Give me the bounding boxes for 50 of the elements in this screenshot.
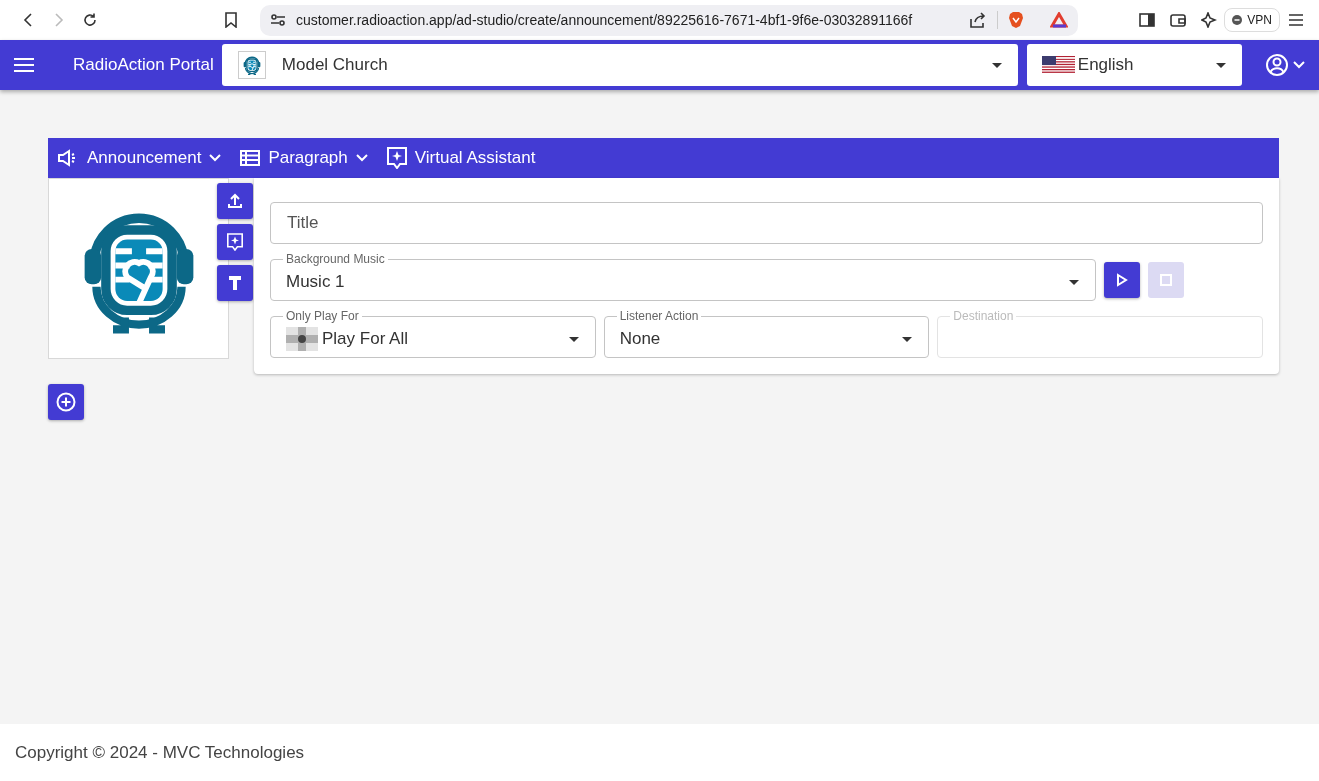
assistant-button[interactable]: [217, 224, 253, 260]
bookmark-icon: [223, 12, 238, 28]
chevron-down-icon: [209, 154, 222, 162]
logo-icon: [241, 55, 262, 75]
chevron-down-icon: [355, 154, 368, 162]
listener-action-dropdown[interactable]: Listener Action None: [603, 309, 930, 358]
caret-icon: [1069, 279, 1079, 285]
triangle-icon: [1050, 12, 1068, 28]
app-title: RadioAction Portal: [73, 55, 214, 75]
toolbar-menu[interactable]: Announcement: [57, 148, 222, 168]
table-icon: [240, 150, 261, 166]
assistant-icon: [386, 147, 407, 169]
stop-icon: [1160, 274, 1172, 286]
organization-dropdown[interactable]: Model Church: [221, 44, 1018, 86]
flag-icon: [1041, 56, 1075, 74]
add-circle-icon: [56, 392, 76, 412]
crosshair-icon: [286, 327, 318, 351]
vpn-button[interactable]: VPN: [1224, 8, 1280, 32]
toolbar-menu[interactable]: Paragraph: [240, 148, 368, 168]
title-field[interactable]: Title: [270, 202, 1263, 244]
toolbar-menu[interactable]: Virtual Assistant: [386, 147, 536, 169]
sidebar-icon: [1138, 13, 1155, 27]
sparkle-icon: [1200, 12, 1217, 28]
share-icon: [969, 12, 987, 28]
site-settings-icon: [270, 13, 286, 27]
play-icon: [1116, 273, 1128, 287]
address-bar[interactable]: customer.radioaction.app/ad-studio/create/announcement/89225616-7671-4bf1-9f6e-03032891166f: [260, 4, 1078, 36]
language-dropdown[interactable]: English: [1026, 44, 1242, 86]
music-dropdown[interactable]: Background Music Music 1: [270, 252, 1096, 301]
text-button[interactable]: [217, 265, 253, 301]
assistant-icon: [227, 233, 243, 251]
caret-icon: [568, 336, 579, 342]
vpn-status-icon: [1232, 15, 1243, 25]
url-text: customer.radioaction.app/ad-studio/create/announcement/89225616-7671-4bf1-9f6e-03032891166f: [296, 12, 914, 28]
reload-icon: [81, 12, 98, 28]
menu-icon: [1287, 13, 1304, 27]
text-icon: [228, 275, 242, 291]
copyright-text: Copyright © 2024 - MVC Technologies: [15, 742, 305, 763]
add-button[interactable]: [48, 384, 84, 420]
upload-button[interactable]: [217, 183, 253, 219]
account-icon: [1265, 53, 1305, 77]
caret-icon: [991, 62, 1002, 68]
menu-icon: [13, 57, 35, 73]
back-icon: [21, 12, 34, 28]
upload-icon: [227, 193, 243, 209]
wallet-icon: [1169, 13, 1186, 27]
audience-dropdown[interactable]: Only Play For Play For All: [270, 309, 596, 358]
caret-icon: [902, 336, 913, 342]
play-button[interactable]: [1104, 262, 1140, 298]
caret-icon: [1215, 62, 1226, 68]
